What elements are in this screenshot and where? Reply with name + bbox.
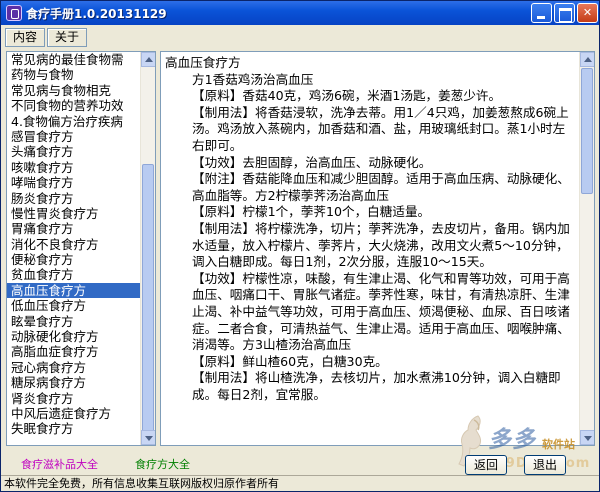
category-list-item[interactable]: 失眠食疗方	[7, 421, 141, 436]
window-title: 食疗手册1.0.20131129	[26, 7, 167, 21]
category-list-item[interactable]: 中风后遗症食疗方	[7, 406, 141, 421]
close-button[interactable]	[577, 3, 598, 23]
category-list-item[interactable]: 冠心病食疗方	[7, 360, 141, 375]
scroll-up-arrow-icon[interactable]	[580, 52, 594, 67]
category-list-item[interactable]: 低血压食疗方	[7, 298, 141, 313]
maximize-button[interactable]	[554, 3, 575, 23]
category-list-item[interactable]: 高脂血症食疗方	[7, 344, 141, 359]
scroll-thumb[interactable]	[142, 164, 154, 432]
app-icon	[6, 5, 22, 21]
article-paragraph: 【制用法】将香菇浸软，洗净去蒂。用1／4只鸡，加姜葱熬成6碗上汤。鸡汤放入蒸碗内…	[192, 104, 569, 153]
article-text: 高血压食疗方 方1香菇鸡汤治高血压 【原料】香菇40克，鸡汤6碗，米酒1汤匙，姜葱…	[165, 55, 575, 445]
back-button[interactable]: 返回	[465, 455, 507, 475]
scroll-thumb[interactable]	[581, 68, 593, 194]
category-list-item[interactable]: 哮喘食疗方	[7, 175, 141, 190]
category-list-item[interactable]: 常见病的最佳食物需	[7, 52, 141, 67]
category-list-item[interactable]: 糖尿病食疗方	[7, 375, 141, 390]
article-paragraph: 【附注】香菇能降血压和减少胆固醇。适用于高血压病、动脉硬化、高血脂等。方2柠檬荸…	[192, 171, 570, 203]
category-list-item[interactable]: 肠炎食疗方	[7, 191, 141, 206]
exit-button[interactable]: 退出	[524, 455, 566, 475]
article-paragraph: 【原料】香菇40克，鸡汤6碗，米酒1汤匙，姜葱少许。	[192, 88, 502, 104]
article-paragraph: 【功效】柠檬性凉，味酸，有生津止渴、化气和胃等功效，可用于高血压、咽痛口干、胃胀…	[192, 270, 570, 353]
scroll-up-arrow-icon[interactable]	[141, 52, 155, 67]
minimize-button[interactable]	[531, 3, 552, 23]
article-body: 方1香菇鸡汤治高血压 【原料】香菇40克，鸡汤6碗，米酒1汤匙，姜葱少许。 【制用法…	[165, 72, 575, 404]
article-pane[interactable]: 高血压食疗方 方1香菇鸡汤治高血压 【原料】香菇40克，鸡汤6碗，米酒1汤匙，姜葱…	[160, 51, 595, 446]
article-paragraph: 【功效】去胆固醇，治高血压、动脉硬化。	[192, 154, 432, 170]
article-paragraph: 【原料】柠檬1个，荸荠10个，白糖适量。	[192, 204, 431, 220]
article-paragraph: 【制用法】将柠檬洗净，切片；荸荠洗净，去皮切片，备用。锅内加水适量，放入柠檬片、…	[192, 220, 570, 270]
category-list-item[interactable]: 动脉硬化食疗方	[7, 329, 141, 344]
article-paragraph: 方1香菇鸡汤治高血压	[192, 71, 314, 87]
category-list-item[interactable]: 不同食物的营养功效	[7, 98, 141, 113]
category-list-item[interactable]: 药物与食物	[7, 67, 141, 82]
category-list[interactable]: 常见病的最佳食物需 药物与食物 常见病与食物相克 不同食物的营养功效 4.食物偏方治疗疾…	[6, 51, 156, 446]
category-list-item[interactable]: 胃痛食疗方	[7, 221, 141, 236]
category-list-item[interactable]: 消化不良食疗方	[7, 237, 141, 252]
title-bar[interactable]: 食疗手册1.0.20131129	[1, 1, 599, 25]
supplements-link[interactable]: 食疗滋补品大全	[21, 456, 98, 472]
category-list-items: 常见病的最佳食物需 药物与食物 常见病与食物相克 不同食物的营养功效 4.食物偏方治疗疾…	[7, 52, 141, 445]
category-list-item[interactable]: 常见病与食物相克	[7, 83, 141, 98]
prescriptions-link[interactable]: 食疗方大全	[135, 456, 190, 472]
category-list-item[interactable]: 4.食物偏方治疗疾病	[7, 114, 141, 129]
category-list-item[interactable]: 高血压食疗方	[7, 282, 141, 299]
category-list-item[interactable]: 感冒食疗方	[7, 129, 141, 144]
category-list-item[interactable]: 咳嗽食疗方	[7, 160, 141, 175]
article-paragraph: 【制用法】将山楂洗净，去核切片，加水煮沸10分钟，调入白糖即成。每日2剂，宜常服…	[192, 370, 561, 402]
app-window: 食疗手册1.0.20131129 内容 关于 常见病的最佳食物需药物与食物常见病…	[0, 0, 600, 492]
article-scrollbar[interactable]	[579, 52, 594, 445]
category-list-item[interactable]: 慢性胃炎食疗方	[7, 206, 141, 221]
scroll-down-arrow-icon[interactable]	[580, 430, 594, 445]
scroll-down-arrow-icon[interactable]	[141, 430, 155, 445]
article-title: 高血压食疗方	[165, 55, 241, 70]
category-list-item[interactable]: 眩晕食疗方	[7, 314, 141, 329]
category-list-item[interactable]: 便秘食疗方	[7, 252, 141, 267]
toolbar: 内容 关于	[1, 25, 599, 49]
content-button[interactable]: 内容	[5, 28, 45, 47]
category-list-item[interactable]: 贫血食疗方	[7, 267, 141, 282]
status-bar: 本软件完全免费，所有信息收集互联网版权归原作者所有	[1, 475, 599, 491]
category-list-item[interactable]: 头痛食疗方	[7, 144, 141, 159]
category-list-scrollbar[interactable]	[140, 52, 155, 445]
article-paragraph: 【原料】鲜山楂60克，白糖30克。	[192, 353, 388, 369]
about-button[interactable]: 关于	[47, 28, 87, 47]
category-list-item[interactable]: 肾炎食疗方	[7, 391, 141, 406]
